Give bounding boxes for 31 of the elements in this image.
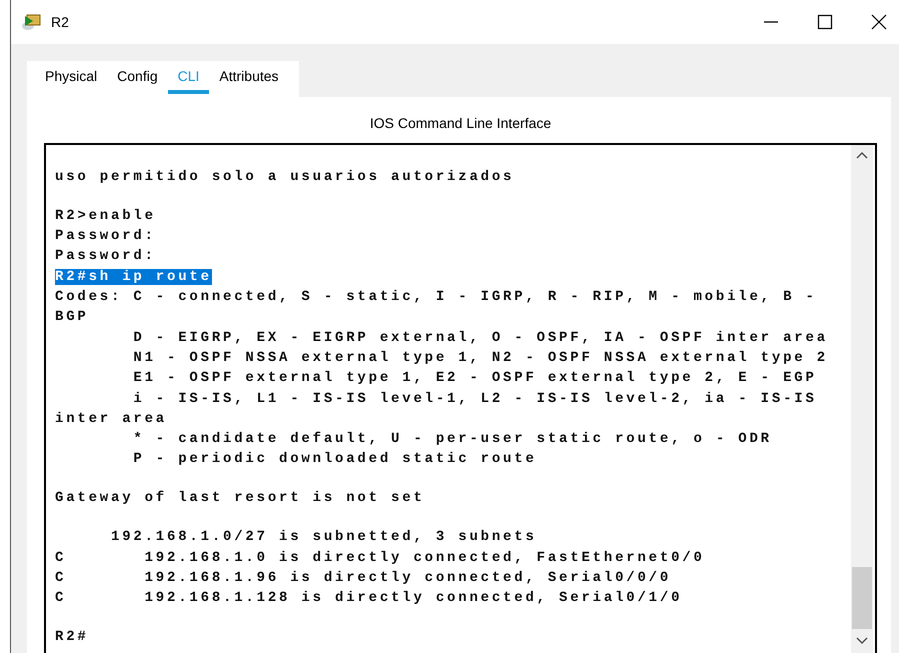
terminal-line: * - candidate default, U - per-user static route, o - ODR [132, 431, 772, 448]
terminal-line: 192.168.1.0/27 is subnetted, 3 subnets [110, 529, 537, 546]
terminal-line: E1 - OSPF external type 1, E2 - OSPF external type 2, E - EGP [132, 370, 817, 386]
terminal-line: C 192.168.1.0 is directly connected, FastEthernet0/0 [55, 550, 705, 566]
terminal-line: Codes: C - connected, S - static, I - IGRP, R - RIP, M - mobile, B - [55, 289, 817, 306]
tab[interactable]: Config [107, 61, 168, 94]
close-icon[interactable] [871, 14, 887, 30]
router-icon [21, 12, 43, 32]
terminal-line: D - EIGRP, EX - EIGRP external, O - OSPF, IA - OSPF inter area [132, 330, 828, 346]
scroll-down-icon[interactable] [856, 637, 868, 645]
terminal-line: C 192.168.1.96 is directly connected, Serial0/0/0 [55, 570, 672, 586]
terminal-line: Password: [55, 248, 156, 264]
maximize-icon[interactable] [817, 14, 833, 30]
terminal-line: inter area [55, 410, 168, 427]
terminal-line: R2# [55, 629, 89, 646]
terminal-line: R2>enable [55, 208, 156, 224]
window-title: R2 [51, 14, 69, 30]
scroll-thumb[interactable] [852, 567, 872, 629]
terminal-line: Password: [55, 228, 156, 244]
terminal-line: Gateway of last resort is not set [55, 490, 425, 506]
terminal-line: BGP [55, 309, 89, 326]
panel-title: IOS Command Line Interface [368, 114, 552, 133]
terminal-line: P - periodic downloaded static route [132, 451, 537, 468]
scroll-up-icon[interactable] [856, 151, 868, 159]
terminal-line: C 192.168.1.128 is directly connected, Serial0/1/0 [55, 590, 682, 606]
terminal-line: i - IS-IS, L1 - IS-IS level-1, L2 - IS-IS level-2, ia - IS-IS [132, 390, 817, 407]
terminal-line: uso permitido solo a usuarios autorizados [55, 169, 514, 185]
terminal-line: N1 - OSPF NSSA external type 1, N2 - OSPF NSSA external type 2 [132, 350, 828, 366]
scrollbar[interactable] [851, 145, 873, 653]
tab[interactable]: Physical [35, 61, 108, 94]
tab[interactable]: Attributes [209, 61, 289, 94]
